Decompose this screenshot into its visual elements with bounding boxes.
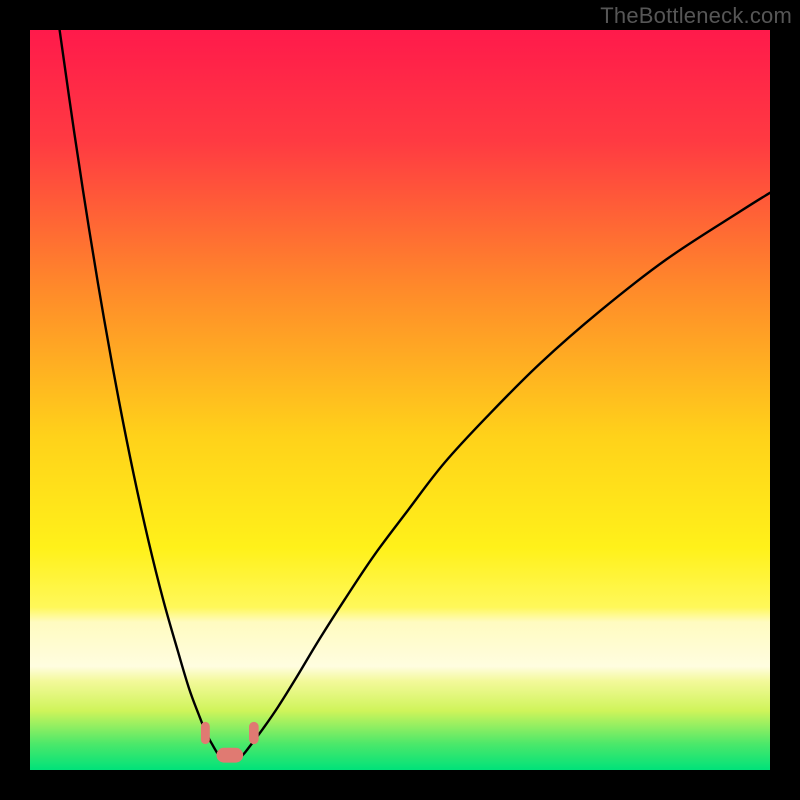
right-marker [249, 722, 259, 744]
chart-background [30, 30, 770, 770]
center-marker [216, 748, 243, 763]
bottleneck-chart [30, 30, 770, 770]
outer-frame: { "watermark": "TheBottleneck.com", "cha… [0, 0, 800, 800]
watermark-label: TheBottleneck.com [600, 3, 792, 29]
left-marker [201, 722, 210, 744]
